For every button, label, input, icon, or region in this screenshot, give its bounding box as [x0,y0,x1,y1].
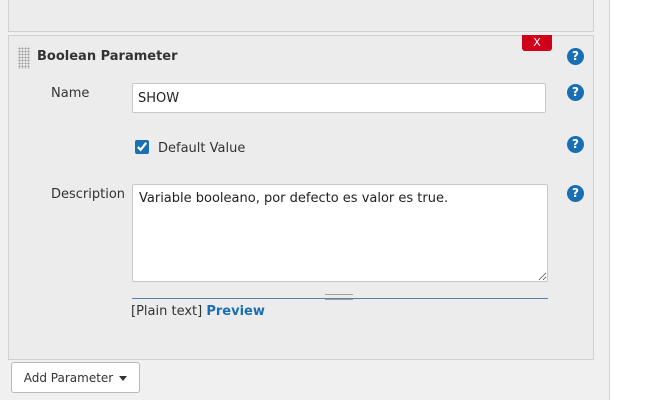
resize-grip-icon[interactable] [325,294,353,300]
help-icon-description[interactable]: ? [567,185,584,202]
default-value-checkbox[interactable] [135,140,149,154]
textarea-resize-bar [132,290,548,300]
add-parameter-button[interactable]: Add Parameter [11,362,140,393]
description-textarea[interactable]: Variable booleano, por defecto es valor … [132,184,548,282]
format-line: [Plain text] Preview [131,304,265,319]
config-form: Boolean Parameter X ? ? ? ? Name Default… [0,0,610,400]
plain-text-label: [Plain text] [131,304,203,319]
add-parameter-label: Add Parameter [23,370,114,385]
name-label: Name [51,86,90,101]
preview-link[interactable]: Preview [206,304,265,319]
help-icon-default-value[interactable]: ? [567,136,584,153]
name-input[interactable] [132,83,546,113]
description-label: Description [51,187,126,202]
delete-parameter-button[interactable]: X [522,35,552,51]
drag-handle-icon[interactable] [18,47,30,69]
parameter-title: Boolean Parameter [37,49,178,64]
chevron-down-icon [119,375,128,381]
help-icon-parameter[interactable]: ? [567,48,584,65]
default-value-label: Default Value [158,141,246,156]
previous-parameter-panel [8,0,594,32]
help-icon-name[interactable]: ? [567,84,584,101]
